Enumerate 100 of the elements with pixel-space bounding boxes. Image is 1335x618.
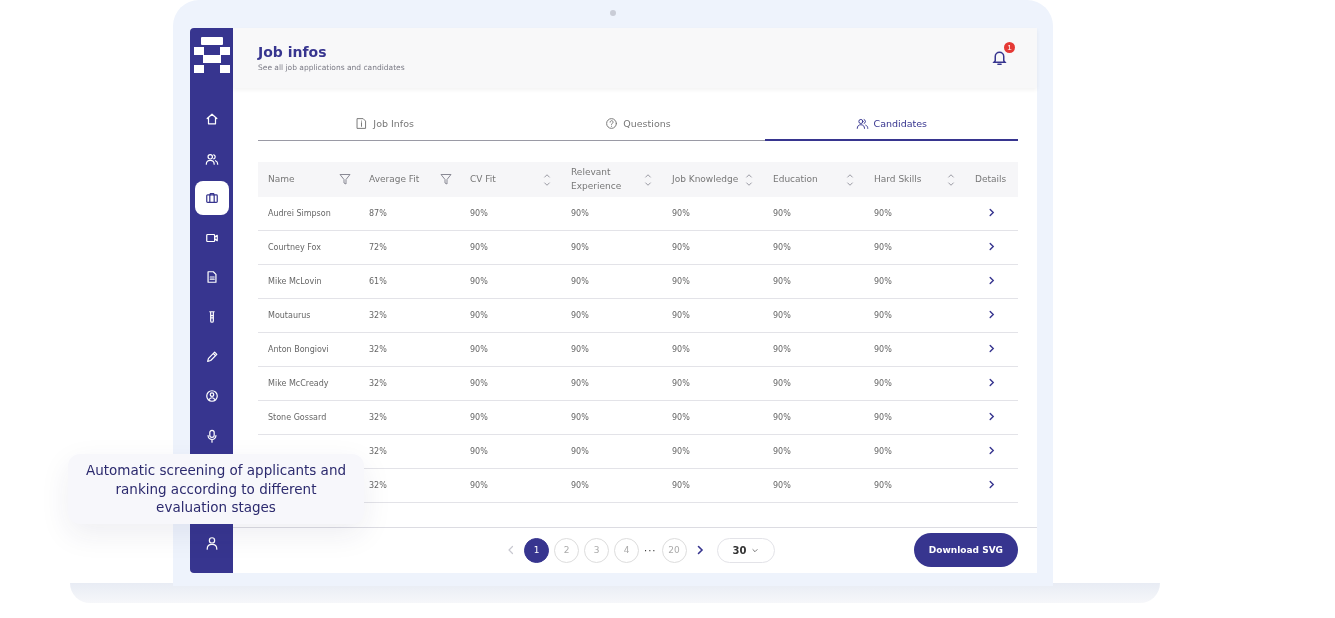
column-header: Hard Skills [864,162,965,197]
page-ellipsis: ··· [644,544,657,556]
users-icon [204,151,219,166]
column-header: Name [258,162,359,197]
table-cell: 32% [369,379,387,388]
download-button[interactable]: Download SVG [913,533,1018,567]
column-header: Relevant Experience [561,162,662,197]
table-cell: 90% [571,447,589,456]
page-button[interactable]: 4 [614,537,639,563]
table-cell: 90% [672,413,690,422]
table-cell: 90% [874,413,892,422]
caret-icon [750,547,759,553]
table-cell: 90% [773,345,791,354]
table-cell: Anton Bongiovi [268,345,329,354]
table-cell: 90% [874,447,892,456]
page-title: Job infos [258,44,328,60]
table-cell: 90% [470,413,488,422]
page-button[interactable]: 2 [554,537,579,563]
table-cell: 90% [571,209,589,218]
tab[interactable]: Job Infos [258,108,512,141]
column-header: Details [965,162,1018,197]
sidebar-item[interactable] [194,181,229,216]
table-cell: 87% [369,209,387,218]
users-icon [855,117,869,130]
table-cell: 90% [874,481,892,490]
chevron-right-icon[interactable] [988,276,995,285]
table-cell: 32% [369,413,387,422]
column-header: Job Knowledge [662,162,763,197]
table-cell: 90% [672,243,690,252]
table-cell: 90% [874,209,892,218]
table-cell: 90% [470,311,488,320]
chevron-right-icon[interactable] [988,242,995,251]
mic-icon [204,428,219,443]
table-cell: 90% [773,447,791,456]
table-cell: 90% [571,413,589,422]
chevron-right-icon[interactable] [988,208,995,217]
tab[interactable]: Questions [511,108,765,141]
table-cell: 90% [672,311,690,320]
notification-button[interactable]: 1 [991,42,1015,66]
column-header: CV Fit [460,162,561,197]
table-cell: 90% [874,243,892,252]
per-page-dropdown[interactable]: 30 [716,537,775,563]
table-cell: 90% [773,379,791,388]
table-cell: Stone Gossard [268,413,327,422]
filter-icon[interactable] [440,173,452,186]
notification-badge: 1 [1004,42,1015,53]
table-cell: 90% [470,243,488,252]
table-cell: 90% [571,345,589,354]
tab[interactable]: Candidates [764,108,1018,141]
table-cell: 90% [571,481,589,490]
home-icon [204,112,219,126]
pencil-icon [204,349,219,364]
column-header: Education [763,162,864,197]
table-cell: 90% [470,277,488,286]
table-cell: 90% [874,277,892,286]
table-cell: Audrei Simpson [268,209,331,218]
table-cell: 90% [571,277,589,286]
table-cell: 90% [773,481,791,490]
table-cell: Moutaurus [268,311,311,320]
page-button[interactable]: 1 [524,537,549,563]
table-cell: 90% [672,481,690,490]
table-cell: 90% [773,413,791,422]
chevron-right-icon[interactable] [988,446,995,455]
table-cell: 90% [672,447,690,456]
table-cell: 32% [369,311,387,320]
table-cell: 90% [874,345,892,354]
page-button[interactable]: 3 [584,537,609,563]
logo-icon [193,37,230,73]
chevron-right-icon[interactable] [988,412,995,421]
table-cell: 32% [369,481,387,490]
profile-icon [204,389,219,404]
user-icon [204,536,219,550]
document-icon [204,270,219,285]
table-cell: 90% [571,243,589,252]
caption-text: Automatic screening of applicants and ranking according to different evaluation stages [84,460,348,518]
chevron-right-icon[interactable] [988,310,995,319]
table-cell: 90% [773,209,791,218]
bell-icon [991,49,1008,66]
camera-dot [610,10,616,16]
table-cell: 90% [672,379,690,388]
table-cell: Courtney Fox [268,243,321,252]
table-cell: 90% [773,311,791,320]
next-page-icon[interactable] [695,545,704,555]
table-cell: 90% [470,447,488,456]
table-cell: 90% [571,311,589,320]
filter-icon[interactable] [339,173,351,186]
column-header: Average Fit [359,162,460,197]
table-cell: 32% [369,447,387,456]
table-cell: 61% [369,277,387,286]
table-cell: 72% [369,243,387,252]
table-cell: 90% [672,277,690,286]
table-cell: 90% [470,345,488,354]
table-cell: 90% [470,379,488,388]
table-cell: 90% [672,209,690,218]
document-icon [355,117,369,130]
chevron-right-icon[interactable] [988,480,995,489]
chevron-right-icon[interactable] [988,378,995,387]
chevron-right-icon[interactable] [988,344,995,353]
question-icon [605,117,619,130]
table-cell: Mike McLovin [268,277,322,286]
